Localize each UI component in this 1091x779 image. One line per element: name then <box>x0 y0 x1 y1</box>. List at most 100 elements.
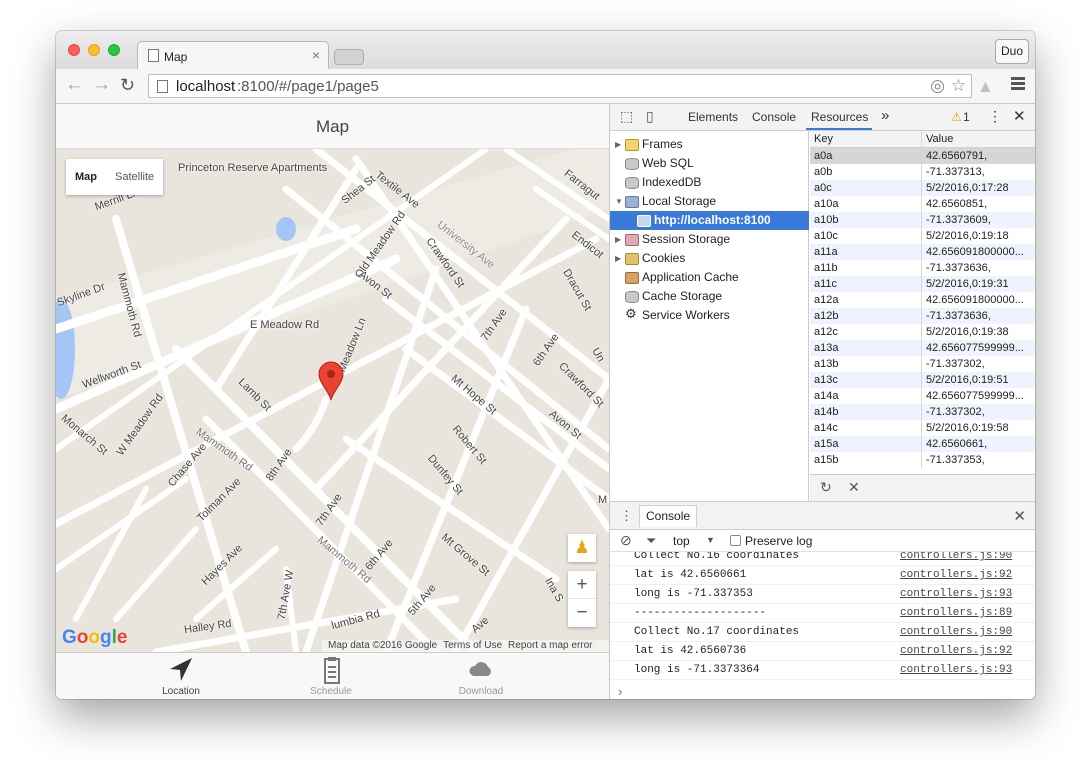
devtools-menu-icon[interactable]: ⋮ <box>988 108 1002 125</box>
expand-triangle-icon[interactable]: ▶ <box>615 135 621 154</box>
value-cell: 42.6560661, <box>926 438 988 450</box>
tree-item-web-sql[interactable]: Web SQL <box>610 154 809 173</box>
column-header-key[interactable]: Key <box>810 131 922 147</box>
chevron-down-icon[interactable]: ▼ <box>706 535 715 545</box>
tab-close-icon[interactable]: × <box>312 47 320 63</box>
clear-console-icon[interactable]: ⊘ <box>620 532 632 549</box>
profile-button[interactable]: Duo <box>995 39 1029 64</box>
key-cell: a10b <box>810 212 922 228</box>
table-row[interactable]: a14c 5/2/2016,0:19:58 <box>810 420 1035 436</box>
browser-tab[interactable]: Map × <box>137 41 329 70</box>
map-type-map-button[interactable]: Map <box>66 159 106 195</box>
expand-triangle-icon[interactable]: ▶ <box>615 230 621 249</box>
tree-item-local-storage[interactable]: ▼ Local Storage <box>610 192 809 211</box>
tree-item-application-cache[interactable]: Application Cache <box>610 268 809 287</box>
forward-icon[interactable]: → <box>92 75 111 94</box>
tab-download[interactable]: Download <box>406 653 556 699</box>
tab-resources[interactable]: Resources <box>811 110 868 124</box>
console-source-link[interactable]: controllers.js:89 <box>900 604 1012 623</box>
drawer-tab-console[interactable]: Console <box>639 505 698 527</box>
more-tabs-icon[interactable]: » <box>881 107 889 124</box>
table-row[interactable]: a0c 5/2/2016,0:17:28 <box>810 180 1035 196</box>
table-row[interactable]: a10a 42.6560851, <box>810 196 1035 212</box>
google-logo[interactable]: Google <box>62 627 127 649</box>
close-devtools-icon[interactable]: ✕ <box>1013 107 1026 125</box>
google-map[interactable]: Princeton Reserve Apartments Shea St Tex… <box>56 149 609 652</box>
drawer-menu-icon[interactable]: ⋮ <box>620 508 633 524</box>
table-row[interactable]: a13a 42.656077599999... <box>810 340 1035 356</box>
tab-console[interactable]: Console <box>752 110 796 124</box>
value-cell: -71.337302, <box>926 358 985 370</box>
street-view-pegman-icon[interactable]: ♟ <box>568 534 596 562</box>
table-row[interactable]: a14a 42.656077599999... <box>810 388 1035 404</box>
table-row[interactable]: a15a 42.6560661, <box>810 436 1035 452</box>
device-mode-icon[interactable]: ▯ <box>646 108 654 125</box>
table-row[interactable]: a13c 5/2/2016,0:19:51 <box>810 372 1035 388</box>
console-source-link[interactable]: controllers.js:93 <box>900 661 1012 680</box>
tree-item-service-workers[interactable]: ⚙ Service Workers <box>610 306 809 325</box>
terms-of-use-link[interactable]: Terms of Use <box>443 640 502 651</box>
warning-icon[interactable]: ⚠ <box>951 110 962 124</box>
table-row[interactable]: a10b -71.3373609, <box>810 212 1035 228</box>
console-source-link[interactable]: controllers.js:90 <box>900 552 1012 566</box>
console-messages: Collect No.16 coordinates controllers.js:… <box>610 552 1035 683</box>
tab-location[interactable]: Location <box>106 653 256 699</box>
zoom-out-button[interactable]: − <box>568 599 596 627</box>
location-pin-icon[interactable] <box>318 361 344 401</box>
chrome-menu-icon[interactable] <box>1011 77 1025 91</box>
map-attribution: Map data ©2016 Google Terms of Use Report … <box>322 640 609 652</box>
table-row[interactable]: a11b -71.3373636, <box>810 260 1035 276</box>
reload-icon[interactable]: ↻ <box>120 76 135 94</box>
delete-icon[interactable]: ✕ <box>848 479 860 496</box>
console-prompt-icon[interactable]: › <box>618 684 622 699</box>
console-source-link[interactable]: controllers.js:92 <box>900 642 1012 661</box>
address-bar[interactable]: localhost :8100/#/page1/page5 ◎ ☆ <box>148 74 972 98</box>
table-row[interactable]: a12c 5/2/2016,0:19:38 <box>810 324 1035 340</box>
report-map-error-link[interactable]: Report a map error <box>508 640 592 651</box>
refresh-icon[interactable]: ↻ <box>820 479 832 496</box>
tree-item-localhost[interactable]: http://localhost:8100 <box>610 211 809 230</box>
tree-item-cache-storage[interactable]: Cache Storage <box>610 287 809 306</box>
filter-icon[interactable]: ⏷ <box>646 533 656 549</box>
zoom-in-button[interactable]: + <box>568 571 596 599</box>
tree-item-indexeddb[interactable]: IndexedDB <box>610 173 809 192</box>
minimize-window-button[interactable] <box>88 44 100 56</box>
tab-elements[interactable]: Elements <box>688 110 738 124</box>
tab-schedule[interactable]: Schedule <box>256 653 406 699</box>
table-row[interactable]: a15b -71.337353, <box>810 452 1035 468</box>
close-window-button[interactable] <box>68 44 80 56</box>
table-row[interactable]: a13b -71.337302, <box>810 356 1035 372</box>
page-info-icon[interactable] <box>157 80 168 93</box>
table-row[interactable]: a12b -71.3373636, <box>810 308 1035 324</box>
table-row[interactable]: a0a 42.6560791, <box>810 148 1035 164</box>
app-tab-bar: Location Schedule Download <box>56 652 609 699</box>
console-source-link[interactable]: controllers.js:93 <box>900 585 1012 604</box>
maximize-window-button[interactable] <box>108 44 120 56</box>
table-row[interactable]: a0b -71.337313, <box>810 164 1035 180</box>
table-row[interactable]: a11c 5/2/2016,0:19:31 <box>810 276 1035 292</box>
console-source-link[interactable]: controllers.js:92 <box>900 566 1012 585</box>
column-header-value[interactable]: Value <box>922 131 1035 147</box>
preserve-log-checkbox[interactable] <box>730 535 741 546</box>
extension-icon[interactable]: ▲ <box>977 77 994 97</box>
expand-triangle-icon[interactable]: ▶ <box>615 249 621 268</box>
location-icon[interactable]: ◎ <box>930 76 945 96</box>
table-row[interactable]: a12a 42.656091800000... <box>810 292 1035 308</box>
tree-item-session-storage[interactable]: ▶ Session Storage <box>610 230 809 249</box>
value-cell: -71.337353, <box>926 454 985 466</box>
close-drawer-icon[interactable]: ✕ <box>1013 507 1026 525</box>
map-type-satellite-button[interactable]: Satellite <box>106 159 163 195</box>
new-tab-button[interactable] <box>334 49 364 65</box>
bookmark-star-icon[interactable]: ☆ <box>951 76 966 96</box>
table-row[interactable]: a10c 5/2/2016,0:19:18 <box>810 228 1035 244</box>
collapse-triangle-icon[interactable]: ▼ <box>615 192 623 211</box>
back-icon[interactable]: ← <box>65 75 84 94</box>
cloud-icon <box>469 662 491 676</box>
console-source-link[interactable]: controllers.js:90 <box>900 623 1012 642</box>
context-select[interactable]: top <box>673 534 690 548</box>
inspect-element-icon[interactable]: ⬚ <box>620 108 633 125</box>
tree-item-frames[interactable]: ▶ Frames <box>610 135 809 154</box>
table-row[interactable]: a14b -71.337302, <box>810 404 1035 420</box>
tree-item-cookies[interactable]: ▶ Cookies <box>610 249 809 268</box>
table-row[interactable]: a11a 42.656091800000... <box>810 244 1035 260</box>
